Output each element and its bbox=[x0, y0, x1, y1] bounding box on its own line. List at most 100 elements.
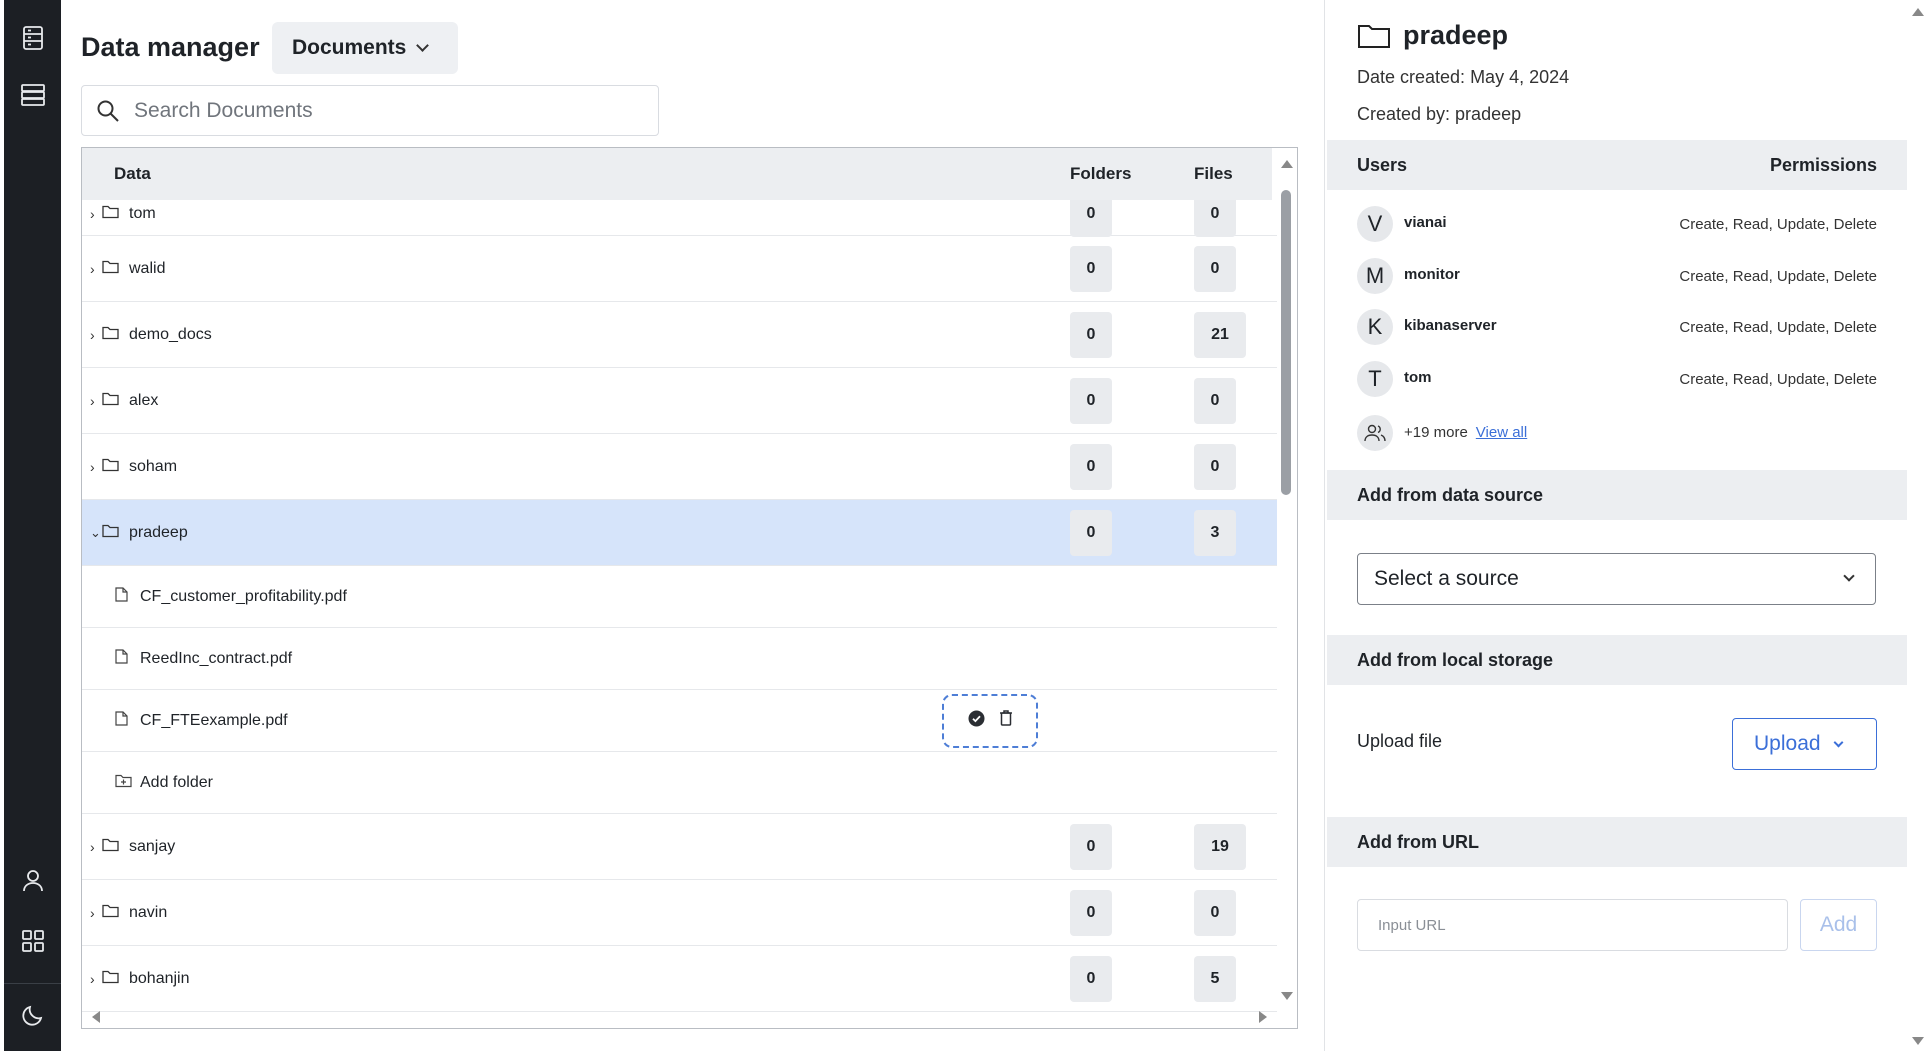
folder-name: alex bbox=[129, 391, 159, 409]
data-icon[interactable] bbox=[4, 13, 61, 63]
files-count: 5 bbox=[1194, 955, 1236, 1002]
folder-icon bbox=[102, 837, 119, 856]
file-row[interactable]: CF_customer_profitability.pdf bbox=[82, 566, 1277, 628]
collection-dropdown[interactable]: Documents bbox=[272, 22, 458, 74]
avatar: M bbox=[1357, 258, 1393, 294]
chevron-right-icon[interactable]: › bbox=[90, 459, 95, 475]
folders-count: 0 bbox=[1070, 377, 1112, 424]
scroll-up-arrow[interactable] bbox=[1912, 8, 1924, 16]
users-section-header: Users Permissions bbox=[1327, 140, 1907, 190]
scroll-left-arrow[interactable] bbox=[92, 1011, 100, 1023]
table-row[interactable]: › alex 0 0 bbox=[82, 368, 1277, 434]
upload-button[interactable]: Upload bbox=[1732, 718, 1877, 770]
add-url-button[interactable]: Add bbox=[1800, 899, 1877, 951]
avatar: T bbox=[1357, 361, 1393, 397]
table-header: Data Folders Files bbox=[82, 148, 1272, 200]
folder-icon bbox=[102, 325, 119, 344]
user-permissions: Create, Read, Update, Delete bbox=[1679, 268, 1877, 285]
folder-name: bohanjin bbox=[129, 969, 190, 987]
folder-icon bbox=[102, 523, 119, 542]
user-icon[interactable] bbox=[4, 855, 61, 905]
user-row: V vianai Create, Read, Update, Delete bbox=[1357, 204, 1877, 244]
scroll-right-arrow[interactable] bbox=[1259, 1011, 1267, 1023]
table-row[interactable]: › sanjay 0 19 bbox=[82, 814, 1277, 880]
table-row[interactable]: › navin 0 0 bbox=[82, 880, 1277, 946]
column-header-files[interactable]: Files bbox=[1194, 164, 1233, 184]
file-name: CF_FTEexample.pdf bbox=[140, 711, 288, 729]
chevron-right-icon[interactable]: › bbox=[90, 839, 95, 855]
vertical-scrollbar[interactable] bbox=[1275, 148, 1297, 1028]
search-input[interactable] bbox=[134, 98, 614, 123]
scroll-up-arrow[interactable] bbox=[1281, 160, 1293, 168]
folder-name: walid bbox=[129, 259, 166, 277]
details-panel: pradeep Date created: May 4, 2024 Create… bbox=[1324, 0, 1907, 1051]
folder-name: sanjay bbox=[129, 837, 176, 855]
table-row[interactable]: › bohanjin 0 5 bbox=[82, 946, 1277, 1012]
chevron-down-icon bbox=[1843, 570, 1855, 582]
column-header-data[interactable]: Data bbox=[114, 164, 151, 184]
table-row-selected[interactable]: ⌄ pradeep 0 3 bbox=[82, 500, 1277, 566]
local-storage-section-header: Add from local storage bbox=[1327, 635, 1907, 685]
check-circle-icon[interactable] bbox=[968, 710, 985, 732]
add-folder-icon bbox=[115, 773, 132, 792]
user-row: M monitor Create, Read, Update, Delete bbox=[1357, 256, 1877, 296]
users-header: Users bbox=[1357, 154, 1408, 175]
file-icon bbox=[115, 710, 128, 731]
folder-name: pradeep bbox=[129, 523, 188, 541]
user-name: monitor bbox=[1404, 266, 1460, 283]
add-folder-row[interactable]: Add folder bbox=[82, 752, 1277, 814]
table-row[interactable]: › soham 0 0 bbox=[82, 434, 1277, 500]
chevron-right-icon[interactable]: › bbox=[90, 261, 95, 277]
folder-name: soham bbox=[129, 457, 178, 475]
table-row[interactable]: › walid 0 0 bbox=[82, 236, 1277, 302]
file-row[interactable]: CF_FTEexample.pdf bbox=[82, 690, 1277, 752]
folder-icon bbox=[102, 259, 119, 278]
folders-count: 0 bbox=[1070, 955, 1112, 1002]
scroll-down-arrow[interactable] bbox=[1912, 1037, 1924, 1045]
list-icon[interactable] bbox=[4, 70, 61, 120]
folders-count: 0 bbox=[1070, 823, 1112, 870]
folder-icon bbox=[102, 391, 119, 410]
files-count: 0 bbox=[1194, 377, 1236, 424]
url-input[interactable] bbox=[1357, 899, 1788, 951]
apps-icon[interactable] bbox=[4, 916, 61, 966]
file-name: ReedInc_contract.pdf bbox=[140, 649, 293, 667]
chevron-right-icon[interactable]: › bbox=[90, 971, 95, 987]
users-group-icon bbox=[1357, 415, 1393, 451]
created-by: Created by: pradeep bbox=[1357, 104, 1522, 124]
chevron-down-icon[interactable]: ⌄ bbox=[90, 525, 101, 541]
dark-mode-icon[interactable] bbox=[4, 990, 61, 1040]
files-count: 0 bbox=[1194, 889, 1236, 936]
file-row[interactable]: ReedInc_contract.pdf bbox=[82, 628, 1277, 690]
folder-icon bbox=[1358, 24, 1390, 48]
user-permissions: Create, Read, Update, Delete bbox=[1679, 216, 1877, 233]
url-section-header: Add from URL bbox=[1327, 817, 1907, 867]
left-rail bbox=[4, 0, 61, 1051]
scroll-down-arrow[interactable] bbox=[1281, 992, 1293, 1000]
view-all-link[interactable]: View all bbox=[1476, 424, 1527, 441]
panel-title: pradeep bbox=[1357, 20, 1508, 51]
user-name: tom bbox=[1404, 369, 1432, 386]
files-count: 0 bbox=[1194, 245, 1236, 292]
chevron-right-icon[interactable]: › bbox=[90, 905, 95, 921]
chevron-right-icon[interactable]: › bbox=[90, 393, 95, 409]
panel-folder-name: pradeep bbox=[1403, 20, 1509, 50]
add-folder-label: Add folder bbox=[140, 773, 213, 791]
more-users-count: +19 more bbox=[1404, 424, 1468, 441]
column-header-folders[interactable]: Folders bbox=[1070, 164, 1131, 184]
search-icon bbox=[97, 100, 119, 122]
panel-scrollbar[interactable] bbox=[1910, 0, 1926, 1051]
chevron-right-icon[interactable]: › bbox=[90, 206, 95, 222]
scrollbar-thumb[interactable] bbox=[1281, 190, 1291, 495]
app: Data manager Documents Data Folders File… bbox=[0, 0, 1926, 1051]
folder-name: demo_docs bbox=[129, 325, 212, 343]
chevron-right-icon[interactable]: › bbox=[90, 327, 95, 343]
file-icon bbox=[115, 648, 128, 669]
source-select[interactable]: Select a source bbox=[1357, 553, 1876, 605]
trash-icon[interactable] bbox=[999, 710, 1013, 731]
user-row: T tom Create, Read, Update, Delete bbox=[1357, 359, 1877, 399]
folders-count: 0 bbox=[1070, 443, 1112, 490]
folder-name: tom bbox=[129, 204, 156, 222]
table-row[interactable]: › demo_docs 0 21 bbox=[82, 302, 1277, 368]
permissions-header: Permissions bbox=[1769, 154, 1877, 175]
